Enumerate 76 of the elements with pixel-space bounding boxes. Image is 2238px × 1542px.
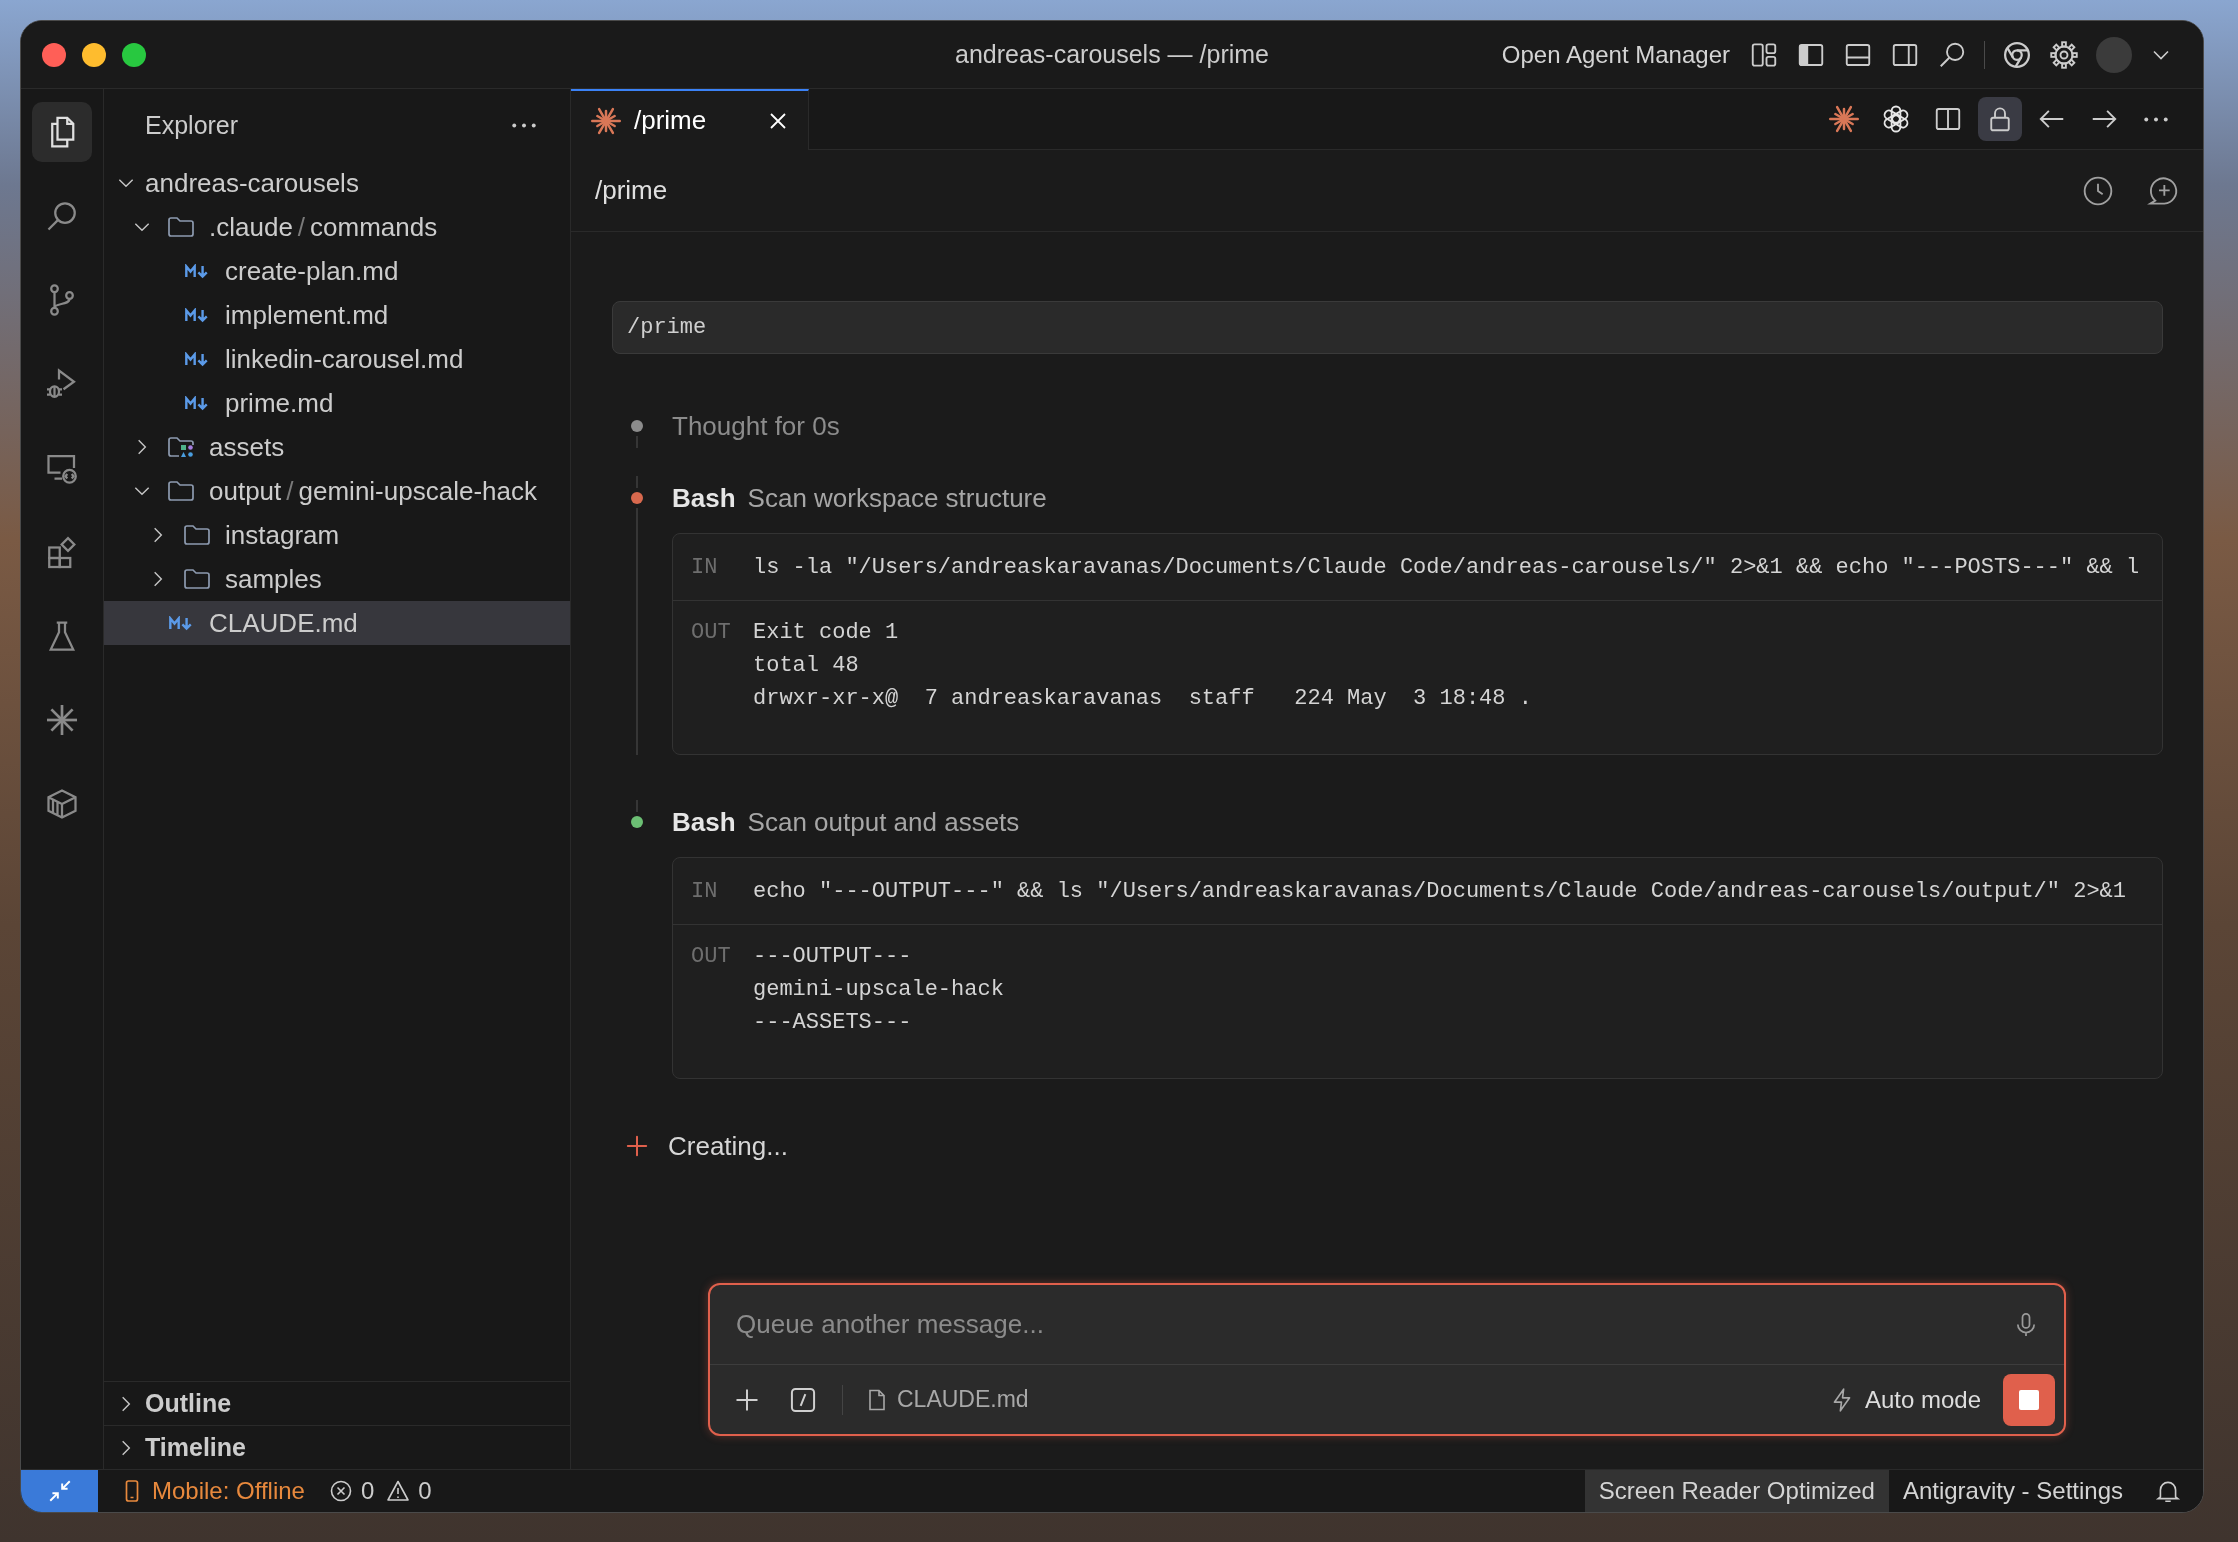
- markdown-icon: [184, 263, 210, 279]
- command-text: echo "---OUTPUT---" && ls "/Users/andreaskaravanas/Documents/Claude Code/andreas-carousels/output/" 2>&1: [753, 878, 2127, 904]
- message-input[interactable]: Queue another message...: [736, 1285, 2012, 1364]
- tool-description: Scan output and assets: [747, 806, 1020, 838]
- tree-item[interactable]: implement.md: [104, 293, 570, 337]
- lock-button[interactable]: [1978, 97, 2022, 141]
- status-item[interactable]: Antigravity - Settings: [1888, 1470, 2137, 1512]
- message-composer[interactable]: Queue another message... CLAUDE.md Auto mode: [708, 1283, 2066, 1436]
- warning-count[interactable]: 0: [418, 1477, 432, 1505]
- tool-name: Bash: [672, 482, 736, 514]
- tree-item[interactable]: create-plan.md: [104, 249, 570, 293]
- mode-button[interactable]: Auto mode: [1828, 1385, 1981, 1414]
- remote-button[interactable]: [21, 1470, 98, 1512]
- folder-icon: [167, 480, 195, 502]
- input-label: IN: [691, 878, 719, 904]
- tool-description: Scan workspace structure: [747, 482, 1047, 514]
- settings-icon[interactable]: [2049, 39, 2079, 70]
- output-line: Exit code 1: [753, 619, 900, 647]
- square-icon: [2019, 1389, 2039, 1410]
- output-line: drwxr-xr-x@ 7 andreaskaravanas staff 224 May 3 18:48 .: [753, 685, 1532, 713]
- section-header[interactable]: Outline: [104, 1381, 570, 1425]
- zoom-window-icon[interactable]: [122, 42, 146, 67]
- starburst-icon: [591, 105, 621, 136]
- tree-item[interactable]: samples: [104, 557, 570, 601]
- attachment-chip[interactable]: CLAUDE.md: [865, 1386, 1029, 1413]
- minimize-window-icon[interactable]: [82, 42, 106, 67]
- folder-icon: [183, 568, 211, 590]
- markdown-icon: [168, 615, 194, 631]
- close-window-icon[interactable]: [42, 42, 66, 67]
- cube-icon: [44, 786, 80, 822]
- tree-item[interactable]: .claude / commands: [104, 205, 570, 249]
- tree-item[interactable]: linkedin-carousel.md: [104, 337, 570, 381]
- flower-knot-icon[interactable]: [1881, 104, 1911, 134]
- tree-item[interactable]: instagram: [104, 513, 570, 557]
- plus-mark-icon: [626, 1135, 648, 1157]
- status-item[interactable]: Screen Reader Optimized: [1584, 1470, 1889, 1512]
- chat-title: /prime: [595, 175, 668, 206]
- window-title: andreas-carousels — /prime: [955, 40, 1269, 69]
- stop-button[interactable]: [2003, 1373, 2055, 1426]
- clock-icon[interactable]: [2082, 174, 2114, 207]
- output-line: gemini-upscale-hack: [753, 976, 1004, 1004]
- tree-item[interactable]: output / gemini-upscale-hack: [104, 469, 570, 513]
- command-text: ls -la "/Users/andreaskaravanas/Documents/Claude Code/andreas-carousels/" 2>&1 && echo "---POSTS---" && l: [753, 554, 2140, 580]
- starburst-icon[interactable]: [1829, 104, 1859, 134]
- thought-label[interactable]: Thought for 0s: [672, 410, 840, 442]
- tree-item[interactable]: assets: [104, 425, 570, 469]
- media-folder-icon: [167, 436, 195, 458]
- agent-manager-button[interactable]: Open Agent Manager: [1501, 40, 1730, 69]
- tool-name: Bash: [672, 806, 736, 838]
- output-line: ---ASSETS---: [753, 1009, 913, 1037]
- editor-tab[interactable]: /prime: [571, 89, 809, 150]
- folder-icon: [167, 216, 195, 238]
- warning-icon[interactable]: [386, 1479, 411, 1503]
- folder-icon: [183, 524, 211, 546]
- progress-label: Creating...: [668, 1130, 788, 1162]
- tree-item[interactable]: andreas-carousels: [104, 161, 570, 205]
- output-label: OUT: [691, 943, 732, 971]
- round-logo-icon[interactable]: [2002, 39, 2032, 70]
- chat-plus-icon[interactable]: [2147, 174, 2179, 207]
- markdown-icon: [184, 307, 210, 323]
- tree-item[interactable]: prime.md: [104, 381, 570, 425]
- markdown-icon: [184, 395, 210, 411]
- asterisk-icon: [44, 702, 80, 738]
- sidebar-title: Explorer: [145, 110, 239, 140]
- slash-box-icon: [789, 1385, 817, 1414]
- input-label: IN: [691, 554, 719, 580]
- tree-item[interactable]: CLAUDE.md: [104, 601, 570, 645]
- output-label: OUT: [691, 619, 732, 647]
- mobile-status[interactable]: Mobile: Offline: [120, 1477, 305, 1505]
- user-message: /prime: [612, 301, 2163, 354]
- error-count[interactable]: 0: [360, 1477, 375, 1505]
- error-icon[interactable]: [328, 1479, 353, 1503]
- markdown-icon: [184, 351, 210, 367]
- output-line: ---OUTPUT---: [753, 943, 913, 971]
- output-line: total 48: [753, 652, 860, 680]
- activity-bar-item[interactable]: [32, 102, 92, 162]
